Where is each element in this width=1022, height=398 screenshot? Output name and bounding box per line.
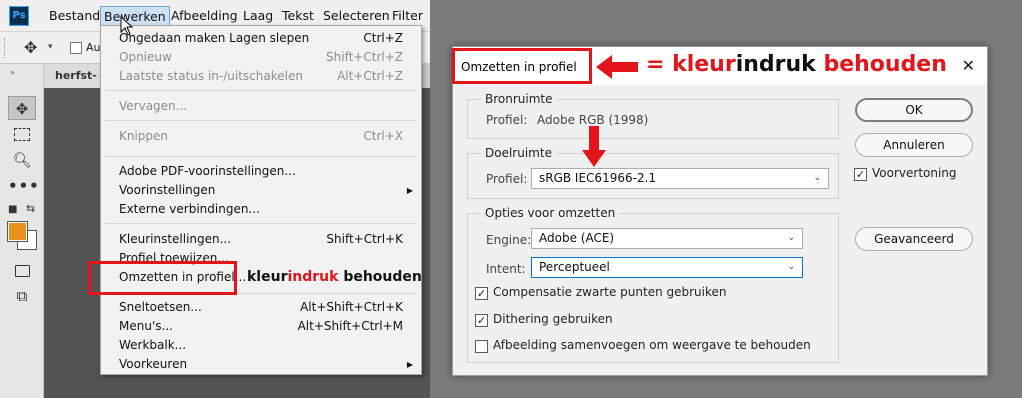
- opties-legend: Opties voor omzetten: [481, 206, 620, 220]
- menu-separator: [105, 90, 417, 91]
- more-tools-icon[interactable]: •••: [8, 174, 39, 198]
- quick-mask-icon[interactable]: [8, 258, 36, 282]
- samenvoegen-label: Afbeelding samenvoegen om weergave te be…: [493, 338, 811, 352]
- voorvertoning-checkbox[interactable]: ✓: [854, 168, 867, 181]
- menu-externe-verbindingen[interactable]: Externe verbindingen...: [101, 200, 421, 219]
- menu-bestand[interactable]: Bestand: [46, 6, 103, 26]
- menu-menus[interactable]: Menu's... Alt+Shift+Ctrl+M: [101, 317, 421, 336]
- voorvertoning-label: Voorvertoning: [872, 166, 957, 180]
- menu-laatste-status[interactable]: Laatste status in-/uitschakelen Alt+Ctrl+…: [101, 67, 421, 86]
- tool-panel: » ✥ 🔍︎ ••• ■ ⇆ ⧉: [0, 64, 44, 398]
- auto-select-checkbox[interactable]: [70, 42, 82, 54]
- auto-select-label: Au: [86, 41, 101, 54]
- menu-bewerken[interactable]: Bewerken: [100, 6, 170, 26]
- screen-mode-icon[interactable]: ⧉: [8, 284, 36, 308]
- doel-profiel-select[interactable]: sRGB IEC61966-2.1 ⌄: [531, 168, 829, 189]
- menu-voorkeuren[interactable]: Voorkeuren ▶: [101, 355, 421, 374]
- swap-colors-icon[interactable]: ⇆: [26, 202, 35, 215]
- collapse-icon[interactable]: »: [10, 68, 16, 77]
- bronruimte-legend: Bronruimte: [481, 92, 557, 106]
- menu-vervagen[interactable]: Vervagen...: [101, 97, 421, 116]
- intent-select[interactable]: Perceptueel ⌄: [531, 257, 803, 278]
- menu-ongedaan-maken[interactable]: Ongedaan maken Lagen slepen Ctrl+Z: [101, 29, 421, 48]
- annotation-kleurindruk-small: kleurindruk behouden: [247, 269, 422, 285]
- intent-label: Intent:: [486, 262, 526, 276]
- bewerken-dropdown-menu: Ongedaan maken Lagen slepen Ctrl+Z Opnieu…: [100, 25, 422, 375]
- submenu-arrow-icon: ▶: [406, 360, 413, 369]
- menu-separator: [105, 223, 417, 224]
- zoom-tool-icon[interactable]: 🔍︎: [8, 148, 36, 172]
- close-icon[interactable]: ✕: [962, 56, 975, 75]
- menu-laag[interactable]: Laag: [240, 6, 276, 26]
- menu-kleurinstellingen[interactable]: Kleurinstellingen... Shift+Ctrl+K: [101, 230, 421, 249]
- menu-selecteren[interactable]: Selecteren: [320, 6, 393, 26]
- photoshop-logo: Ps: [9, 6, 29, 26]
- menu-voorinstellingen[interactable]: Voorinstellingen ▶: [101, 181, 421, 200]
- compensatie-checkbox[interactable]: ✓: [475, 287, 488, 300]
- bron-profiel-label: Profiel:: [486, 113, 528, 127]
- menu-separator: [105, 156, 417, 157]
- menu-sneltoetsen[interactable]: Sneltoetsen... Alt+Shift+Ctrl+K: [101, 298, 421, 317]
- chevron-down-icon[interactable]: ▾: [48, 42, 53, 52]
- chevron-down-icon: ⌄: [813, 173, 821, 183]
- doelruimte-legend: Doelruimte: [481, 146, 556, 160]
- highlight-box-dialog-title: [452, 48, 592, 84]
- omzetten-in-profiel-dialog: Omzetten in profiel ✕ Bronruimte Profiel…: [452, 46, 988, 376]
- highlight-box-menu-item: [88, 261, 237, 295]
- bron-profiel-value: Adobe RGB (1998): [537, 113, 649, 127]
- menu-opnieuw[interactable]: Opnieuw Shift+Ctrl+Z: [101, 48, 421, 67]
- samenvoegen-checkbox[interactable]: [475, 340, 488, 353]
- photoshop-window: Ps Bestand Bewerken Afbeelding Laag Teks…: [0, 0, 430, 398]
- default-colors-icon[interactable]: ■: [8, 204, 17, 215]
- move-tool-icon[interactable]: ✥: [8, 96, 36, 120]
- menu-werkbalk[interactable]: Werkbalk...: [101, 336, 421, 355]
- engine-select[interactable]: Adobe (ACE) ⌄: [531, 228, 803, 249]
- menu-tekst[interactable]: Tekst: [279, 6, 317, 26]
- foreground-color-swatch[interactable]: [7, 221, 28, 242]
- cancel-button[interactable]: Annuleren: [855, 133, 973, 157]
- chevron-down-icon: ⌄: [787, 233, 795, 243]
- menu-knippen[interactable]: Knippen Ctrl+X: [101, 127, 421, 146]
- tab-document[interactable]: herfst-LF: [44, 64, 104, 106]
- dithering-checkbox[interactable]: ✓: [475, 314, 488, 327]
- submenu-arrow-icon: ▶: [406, 186, 413, 195]
- move-tool-icon[interactable]: ✥: [24, 38, 37, 57]
- compensatie-label: Compensatie zwarte punten gebruiken: [493, 285, 727, 299]
- mouse-cursor-icon: [120, 16, 134, 36]
- down-arrow-icon: [582, 126, 606, 167]
- grip-icon: [4, 38, 8, 58]
- menu-filter[interactable]: Filter: [389, 6, 426, 26]
- dithering-label: Dithering gebruiken: [493, 312, 613, 326]
- left-arrow-icon: [596, 55, 638, 79]
- doel-profiel-label: Profiel:: [486, 172, 528, 186]
- annotation-kleurindruk-big: = kleurindruk behouden: [646, 52, 947, 77]
- engine-label: Engine:: [486, 233, 532, 247]
- marquee-tool-icon[interactable]: [8, 122, 36, 146]
- menu-adobe-pdf-voorinstellingen[interactable]: Adobe PDF-voorinstellingen...: [101, 162, 421, 181]
- chevron-down-icon: ⌄: [787, 262, 795, 272]
- geavanceerd-button[interactable]: Geavanceerd: [855, 227, 973, 251]
- menu-afbeelding[interactable]: Afbeelding: [168, 6, 241, 26]
- menu-separator: [105, 120, 417, 121]
- ok-button[interactable]: OK: [855, 98, 973, 122]
